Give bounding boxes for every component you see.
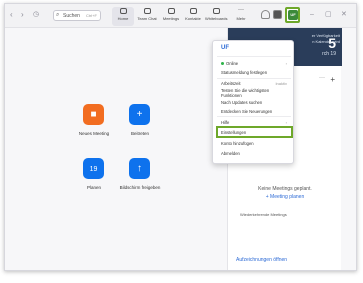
chat-icon — [143, 8, 151, 14]
add-calendar-icon[interactable]: + — [330, 75, 335, 84]
plus-icon: + — [136, 109, 143, 120]
menu-item-help[interactable]: Hilfe — [221, 120, 229, 125]
schedule-label: Planen — [86, 185, 101, 190]
minimize-icon[interactable]: – — [310, 10, 314, 20]
chevron-right-icon: › — [285, 61, 287, 66]
search-icon: ⌕ — [56, 12, 60, 18]
menu-item-status[interactable]: Online — [221, 61, 238, 66]
tab-whiteboards[interactable]: Whiteboards — [205, 7, 227, 26]
avatar: UF — [288, 10, 298, 20]
divider — [217, 78, 291, 79]
menu-avatar: UF — [221, 45, 229, 51]
video-icon — [167, 8, 175, 14]
divider — [217, 56, 291, 57]
notification-icon[interactable] — [261, 10, 270, 19]
tab-home[interactable]: Home — [112, 7, 134, 26]
tab-team-chat[interactable]: Team Chat — [136, 7, 158, 26]
menu-item-switch-account[interactable]: Konto hinzufügen — [221, 141, 254, 146]
tab-contacts[interactable]: Kontakte — [182, 7, 204, 26]
profile-menu: UF Online › Statusmeldung festlegen Arbe… — [212, 40, 294, 164]
maximize-icon[interactable]: ▢ — [325, 10, 332, 20]
plan-meeting-link[interactable]: + Meeting planen — [228, 194, 342, 200]
chevron-right-icon: › — [285, 120, 287, 125]
camera-icon[interactable] — [273, 10, 282, 19]
more-icon[interactable]: ··· — [319, 75, 325, 81]
new-meeting-button[interactable]: ■ — [83, 104, 104, 125]
close-icon[interactable]: ✕ — [341, 10, 347, 20]
share-screen-label: Bildschirm freigeben — [119, 185, 161, 190]
search-label: Suchen — [63, 13, 80, 19]
menu-item-settings[interactable]: Einstellungen — [221, 130, 246, 135]
forward-icon[interactable]: › — [21, 10, 24, 20]
no-meetings-text: Keine Meetings geplant. — [258, 186, 312, 192]
whiteboard-icon — [212, 8, 220, 14]
search-input[interactable]: ⌕ Suchen Ctrl+F — [53, 10, 101, 21]
history-icon[interactable]: ◷ — [33, 10, 39, 20]
recurring-meetings-label: Wiederkehrende Meetings — [240, 212, 287, 217]
join-label: Beitreten — [130, 131, 149, 136]
calendar-icon: 19 — [89, 166, 98, 173]
online-dot-icon — [221, 62, 224, 66]
menu-item-features-2: Funktionen — [221, 93, 242, 98]
join-button[interactable]: + — [129, 104, 150, 125]
video-camera-icon: ■ — [90, 109, 97, 120]
menu-item-logout[interactable]: Abmelden — [221, 151, 240, 156]
home-icon — [119, 8, 127, 14]
menu-item-status-message[interactable]: Statusmeldung festlegen — [221, 70, 267, 75]
menu-item-away[interactable]: Arbeitszeit — [221, 81, 241, 86]
schedule-button[interactable]: 19 — [83, 158, 104, 179]
tab-meetings[interactable]: Meetings — [160, 7, 182, 26]
app-window: ‹ › ◷ ⌕ Suchen Ctrl+F Home Team Chat Mee… — [4, 3, 357, 271]
top-bar: ‹ › ◷ ⌕ Suchen Ctrl+F Home Team Chat Mee… — [5, 4, 356, 28]
menu-item-updates[interactable]: Nach Updates suchen — [221, 100, 262, 105]
availability-text: er Verfügbarkeit — [311, 33, 340, 38]
new-meeting-label: Neues Meeting — [78, 131, 110, 136]
profile-button[interactable]: UF — [285, 7, 300, 23]
calendar-text: n Kalender wird — [312, 39, 340, 44]
date-text: rch 19 — [322, 51, 336, 57]
contacts-icon — [189, 8, 197, 14]
more-icon: ··· — [238, 7, 244, 13]
divider — [217, 116, 291, 117]
back-icon[interactable]: ‹ — [10, 10, 13, 20]
away-state: Inaktiv — [275, 81, 287, 86]
tab-more[interactable]: ··· Mehr — [230, 7, 252, 26]
share-screen-button[interactable]: ↑ — [129, 158, 150, 179]
search-shortcut: Ctrl+F — [86, 13, 97, 18]
menu-item-news[interactable]: Entdecken Sie Neuerungen — [221, 109, 272, 114]
open-recordings-link[interactable]: Aufzeichnungen öffnen — [236, 257, 287, 263]
arrow-up-icon: ↑ — [137, 163, 142, 174]
